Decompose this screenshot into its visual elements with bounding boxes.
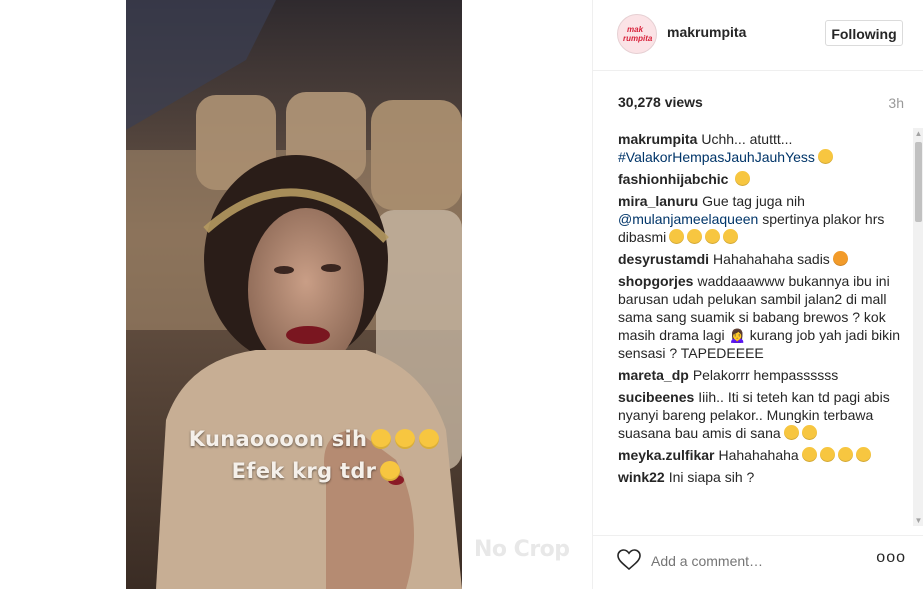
post-details-panel: mak rumpita makrumpita Following 30,278 … (592, 0, 923, 589)
laughing-emoji-icon (419, 429, 440, 449)
left-margin (0, 0, 126, 589)
comment-text: Uchh... atuttt... (701, 131, 793, 147)
grin-emoji-icon (705, 229, 721, 244)
laughing-emoji-icon (380, 461, 401, 481)
list-item: fashionhijabchic (618, 170, 908, 188)
scrollbar-thumb[interactable] (915, 142, 922, 222)
comment-username[interactable]: mira_lanuru (618, 193, 698, 209)
laughing-emoji-icon (687, 229, 703, 244)
grin-emoji-icon (801, 425, 817, 440)
tongue-emoji-icon (832, 251, 848, 266)
list-item: makrumpita Uchh... atuttt... #ValakorHemp… (618, 130, 908, 166)
heart-icon[interactable] (617, 549, 641, 571)
comment-username[interactable]: fashionhijabchic (618, 171, 728, 187)
grin-emoji-icon (783, 425, 799, 440)
laughing-emoji-icon (855, 447, 871, 462)
comment-username[interactable]: shopgorjes (618, 273, 693, 289)
post-header: mak rumpita makrumpita Following (593, 0, 923, 71)
smile-emoji-icon (817, 149, 833, 164)
media-gap (462, 0, 592, 589)
video-player[interactable]: Kunaoooon sih Efek krg tdr (126, 0, 462, 589)
comment-username[interactable]: wink22 (618, 469, 665, 485)
comment-text: Ini siapa sih ? (668, 469, 755, 485)
list-item: mareta_dp Pelakorrr hempassssss (618, 366, 908, 384)
comment-list: makrumpita Uchh... atuttt... #ValakorHemp… (618, 130, 908, 524)
list-item: shopgorjes waddaaawww bukannya ibu ini ba… (618, 272, 908, 362)
list-item: sucibeenes Iiih.. Iti si teteh kan td pag… (618, 388, 908, 442)
video-caption-line-2: Efek krg tdr (148, 459, 462, 483)
hashtag-link[interactable]: #ValakorHempasJauhJauhYess (618, 149, 815, 165)
list-item: wink22 Ini siapa sih ? (618, 468, 908, 486)
list-item: meyka.zulfikar Hahahahaha (618, 446, 908, 464)
comment-text: Hahahahaha (718, 447, 799, 463)
comment-username[interactable]: desyrustamdi (618, 251, 709, 267)
persevere-emoji-icon (723, 229, 739, 244)
video-caption-line-1: Kunaoooon sih (146, 427, 462, 451)
laughing-emoji-icon (801, 447, 817, 462)
comment-username[interactable]: meyka.zulfikar (618, 447, 715, 463)
more-options-icon[interactable]: ooo (876, 549, 906, 567)
comment-username[interactable]: sucibeenes (618, 389, 694, 405)
list-item: desyrustamdi Hahahahaha sadis (618, 250, 908, 268)
avatar-text-top: mak (627, 25, 644, 34)
laughing-emoji-icon (395, 429, 416, 449)
comment-text: Gue tag juga nih (702, 193, 805, 209)
avatar[interactable]: mak rumpita (617, 14, 657, 54)
laughing-emoji-icon (735, 171, 751, 186)
laughing-emoji-icon (371, 429, 392, 449)
comments-scrollbar[interactable]: ▲ ▼ (913, 128, 923, 526)
laughing-emoji-icon (819, 447, 835, 462)
add-comment-input[interactable] (651, 553, 851, 569)
comment-username[interactable]: mareta_dp (618, 367, 689, 383)
laughing-emoji-icon (669, 229, 685, 244)
comment-text: Hahahahaha sadis (713, 251, 830, 267)
video-frame (126, 0, 462, 589)
comment-text: Pelakorrr hempassssss (692, 367, 839, 383)
post-time: 3h (888, 95, 904, 111)
following-button[interactable]: Following (825, 20, 903, 46)
comment-username[interactable]: makrumpita (618, 131, 697, 147)
post-username[interactable]: makrumpita (667, 24, 746, 40)
avatar-text-bottom: rumpita (623, 34, 653, 43)
list-item: mira_lanuru Gue tag juga nih @mulanjameel… (618, 192, 908, 246)
comment-footer: ooo (593, 535, 923, 590)
mention-link[interactable]: @mulanjameelaqueen (618, 211, 758, 227)
scroll-up-arrow-icon[interactable]: ▲ (913, 128, 923, 139)
watermark: No Crop (474, 537, 570, 562)
laughing-emoji-icon (837, 447, 853, 462)
view-count: 30,278 views (618, 94, 703, 110)
scroll-down-arrow-icon[interactable]: ▼ (913, 515, 923, 526)
